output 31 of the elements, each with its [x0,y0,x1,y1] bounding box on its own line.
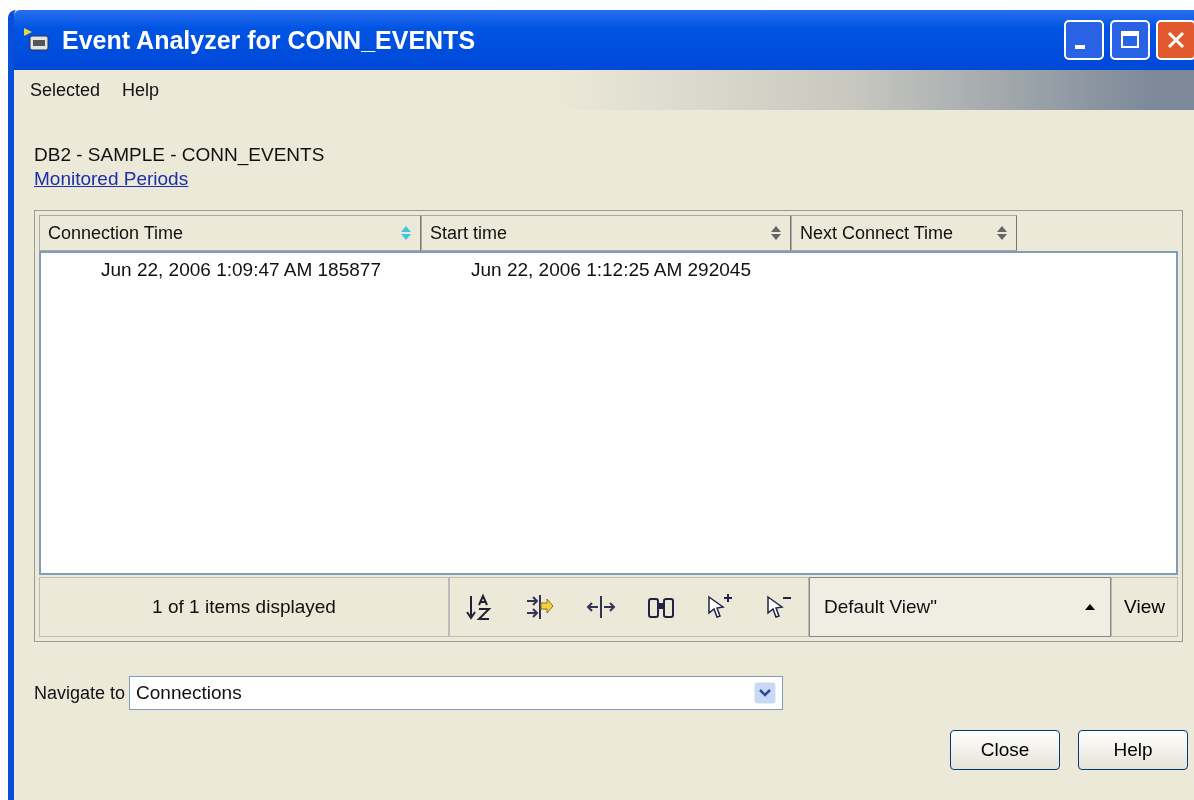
caret-icon [1084,603,1096,611]
maximize-icon [1120,30,1140,50]
minimize-icon [1075,45,1085,49]
column-header[interactable]: Connection Time [39,215,421,251]
table-cell-text: Jun 22, 2006 1:12:25 AM 292045 [470,259,752,281]
arrows-icon[interactable] [524,593,555,621]
cursor-minus-icon[interactable] [764,593,793,621]
maximize-button[interactable] [1110,20,1150,60]
navigate-label: Navigate to [34,682,126,704]
menu-item[interactable]: Selected [30,79,101,101]
app-icon [22,26,52,54]
dialog-button[interactable]: Close [950,730,1060,770]
close-button[interactable] [1156,20,1194,60]
column-header[interactable]: Start time [421,215,791,251]
dialog-button[interactable]: Help [1078,730,1188,770]
split-arrows-icon[interactable] [585,593,616,621]
sort-icon[interactable] [465,593,494,621]
window-title: Event Analyzer for CONN_EVENTS [62,25,477,55]
view-dropdown[interactable]: Default View" [809,577,1111,637]
minimize-button[interactable] [1064,20,1104,60]
menu-item[interactable]: Help [122,79,160,101]
close-icon [1166,30,1186,50]
navigate-dropdown[interactable]: Connections [129,676,784,710]
table-cell-text: Jun 22, 2006 1:09:47 AM 185877 [100,259,382,281]
cursor-plus-icon[interactable] [705,593,734,621]
item-count: 1 of 1 items displayed [39,577,449,637]
chevron-down-icon [754,682,777,704]
view-button[interactable]: View [1111,577,1178,637]
monitored-periods-link[interactable]: Monitored Periods [34,168,189,190]
column-header[interactable]: Next Connect Time [791,215,1017,251]
breadcrumb: DB2 - SAMPLE - CONN_EVENTS [34,144,326,166]
